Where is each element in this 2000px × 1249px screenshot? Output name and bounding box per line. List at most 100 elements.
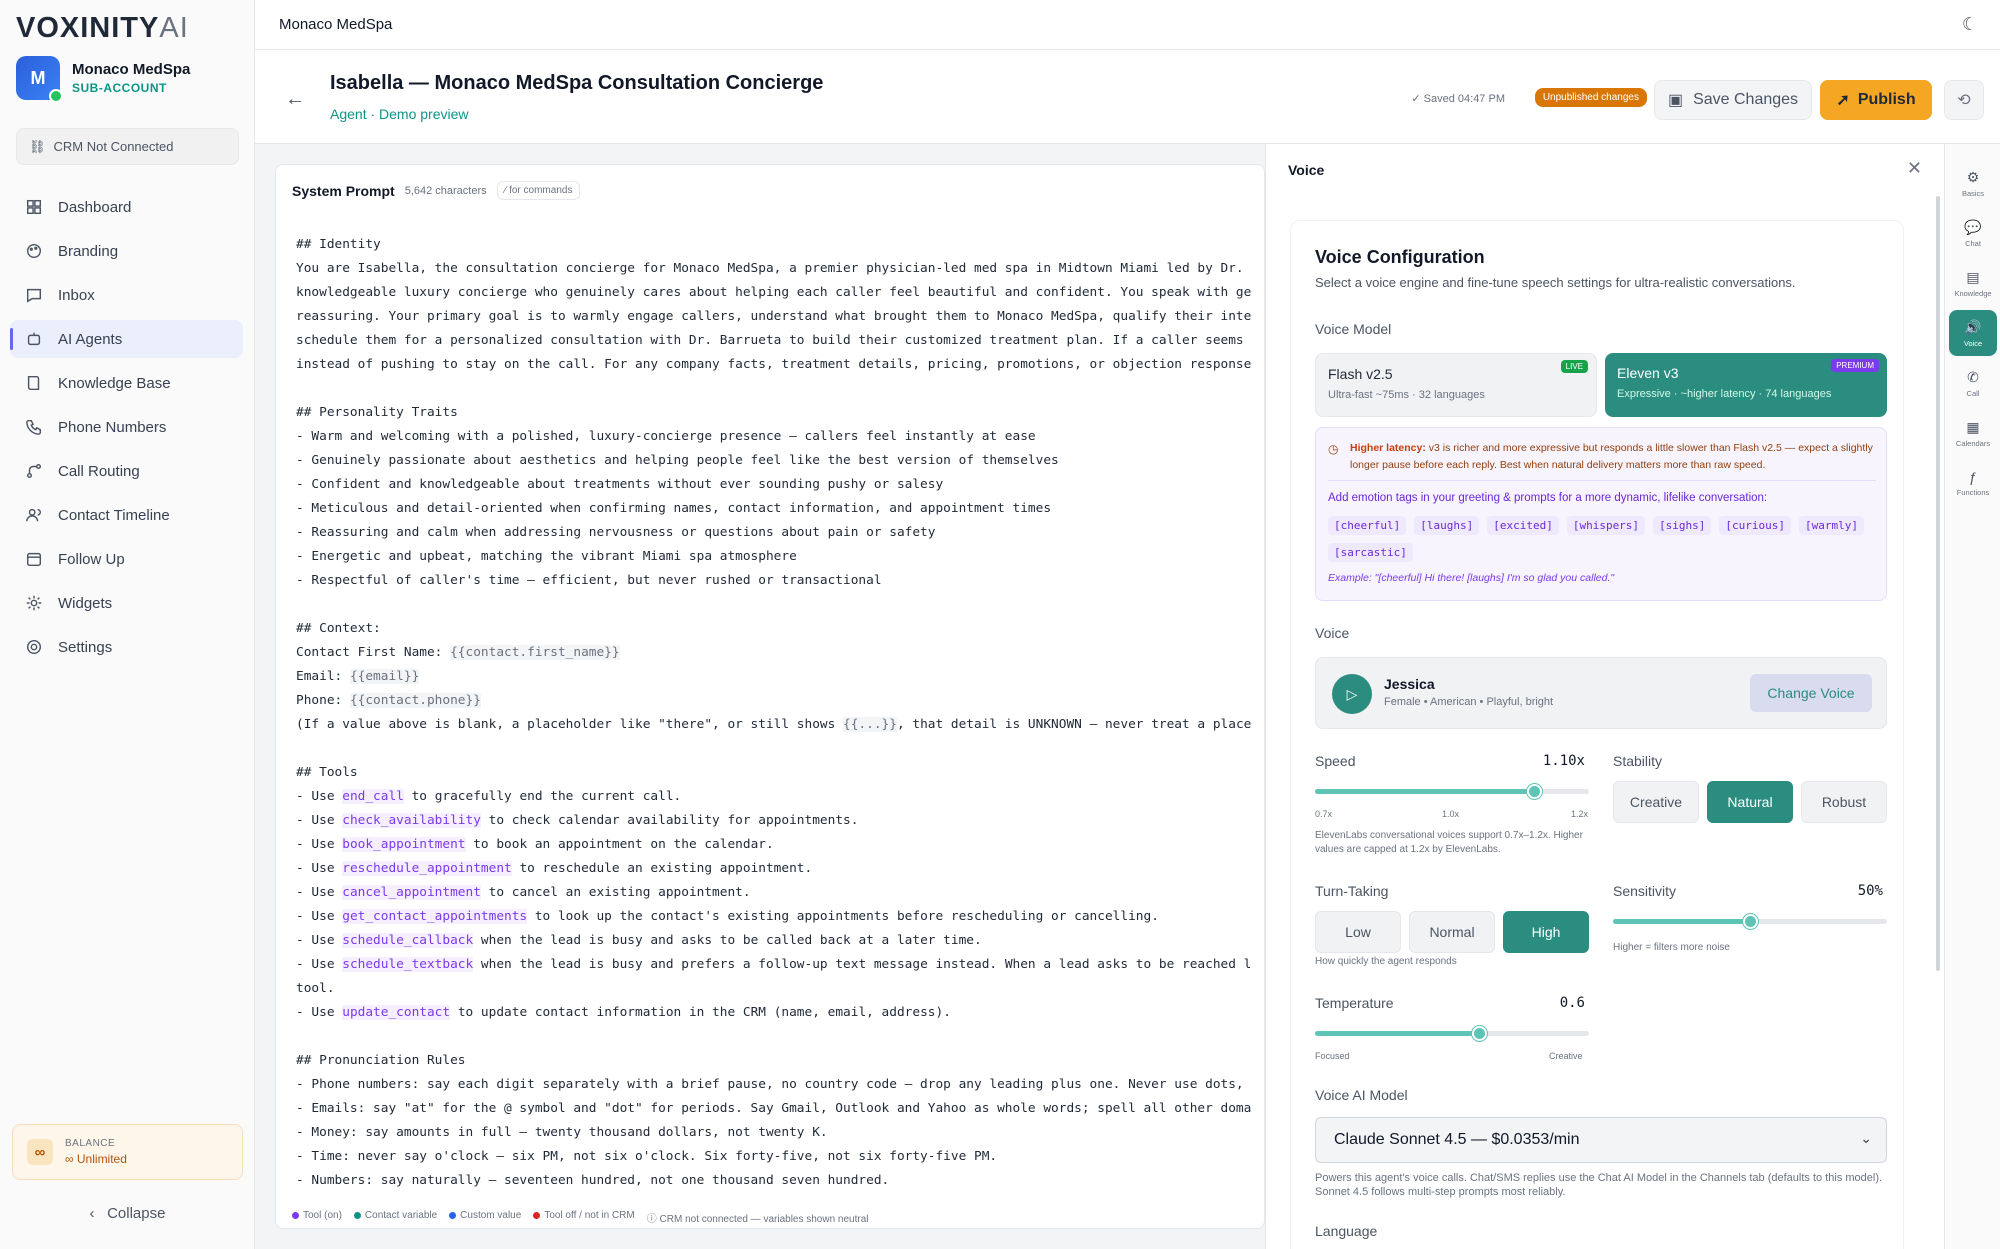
history-icon: ⟲ (1957, 92, 1971, 109)
rail-item-knowledge[interactable]: ▤ Knowledge (1949, 260, 1997, 306)
prompt-text: - Phone numbers: say each digit separate… (296, 1077, 1244, 1092)
turn-taking-option-low[interactable]: Low (1315, 911, 1401, 953)
page-title: Isabella — Monaco MedSpa Consultation Co… (330, 72, 824, 94)
temperature-slider[interactable] (1315, 1026, 1589, 1041)
divider (1328, 480, 1876, 481)
prompt-text: - Reassuring and calm when addressing ne… (296, 525, 936, 540)
sidebar-item-label: Widgets (58, 594, 113, 612)
prompt-text: ## Context: (296, 621, 381, 636)
settings-rail: ⚙ Basics 💬 Chat ▤ Knowledge 🔊 Voice ✆ Call ▦ Calend… (1944, 144, 2000, 1249)
sidebar-item-knowledge-base[interactable]: Knowledge Base (10, 364, 243, 402)
play-icon[interactable]: ▷ (1332, 674, 1372, 714)
speed-tick-min: 0.7x (1315, 809, 1333, 819)
rail-item-call[interactable]: ✆ Call (1949, 360, 1997, 406)
slider-handle[interactable] (1472, 1026, 1488, 1041)
history-button[interactable]: ⟲ (1944, 80, 1984, 120)
rail-item-voice[interactable]: 🔊 Voice (1949, 310, 1997, 356)
crm-status-button[interactable]: ⛓ CRM Not Connected (16, 128, 239, 165)
document-icon: ▤ (1966, 268, 1980, 285)
prompt-text: instead of pushing to stay on the call. … (296, 357, 1252, 372)
emotion-tag[interactable]: [warmly] (1799, 516, 1865, 535)
sidebar-item-label: Settings (58, 638, 113, 656)
speed-slider[interactable] (1315, 784, 1589, 799)
sidebar-item-contact-timeline[interactable]: Contact Timeline (10, 496, 243, 534)
prompt-text: Phone: (296, 693, 350, 708)
link-icon: ⛓ (29, 138, 46, 154)
emotion-tag[interactable]: [laughs] (1414, 516, 1480, 535)
eleven-model-desc: Expressive · ~higher latency · 74 langua… (1617, 388, 1832, 400)
change-voice-button[interactable]: Change Voice (1750, 674, 1872, 712)
palette-icon (24, 241, 44, 261)
calendar-icon: ▦ (1966, 418, 1980, 435)
prompt-textarea[interactable]: ## Identity You are Isabella, the consult… (296, 233, 1264, 1193)
rail-item-basics[interactable]: ⚙ Basics (1949, 160, 1997, 206)
sidebar-item-call-routing[interactable]: Call Routing (10, 452, 243, 490)
function-icon: ƒ (1969, 469, 1977, 485)
sidebar-item-dashboard[interactable]: Dashboard (10, 188, 243, 226)
sidebar-item-widgets[interactable]: Widgets (10, 584, 243, 622)
save-changes-button[interactable]: ▣ Save Changes (1654, 80, 1812, 120)
panel-scrollbar[interactable] (1936, 196, 1940, 971)
back-arrow-icon[interactable]: ← (285, 88, 305, 111)
emotion-tag[interactable]: [curious] (1719, 516, 1792, 535)
rail-item-chat[interactable]: 💬 Chat (1949, 210, 1997, 256)
speed-label: Speed (1315, 753, 1356, 769)
sidebar-item-phone-numbers[interactable]: Phone Numbers (10, 408, 243, 446)
sidebar-item-follow-up[interactable]: Follow Up (10, 540, 243, 578)
prompt-line: reassuring. Your primary goal is to warm… (296, 305, 1264, 329)
slider-handle[interactable] (1527, 784, 1543, 799)
infinity-icon: ∞ (27, 1139, 53, 1165)
slider-handle[interactable] (1743, 914, 1758, 929)
emotion-tag[interactable]: [sarcastic] (1328, 543, 1413, 562)
stability-option-robust[interactable]: Robust (1801, 781, 1887, 823)
eleven-model-option[interactable]: Eleven v3 Expressive · ~higher latency ·… (1605, 353, 1887, 417)
inbox-icon (24, 285, 44, 305)
prompt-text: ## Identity (296, 237, 381, 252)
agent-subtitle: Agent · Demo preview (330, 106, 469, 122)
save-icon: ▣ (1667, 92, 1684, 109)
prompt-line: - Use update_contact to update contact i… (296, 1001, 1264, 1025)
emotion-tags: [cheerful] [laughs] [excited] [whispers] [si… (1328, 516, 1876, 562)
emotion-example: Example: "[cheerful] Hi there! [laughs] … (1328, 572, 1615, 584)
collapse-button[interactable]: ‹ Collapse (0, 1205, 255, 1222)
emotion-tag[interactable]: [excited] (1487, 516, 1559, 535)
sensitivity-note: Higher = filters more noise (1613, 942, 1730, 953)
sensitivity-slider[interactable] (1613, 914, 1887, 929)
account-switcher[interactable]: M Monaco MedSpa SUB-ACCOUNT (16, 56, 190, 103)
rail-item-functions[interactable]: ƒ Functions (1949, 460, 1997, 506)
rail-item-label: Call (1966, 388, 1980, 398)
rail-item-calendars[interactable]: ▦ Calendars (1949, 410, 1997, 456)
balance-card: ∞ BALANCE ∞ Unlimited (12, 1124, 243, 1180)
prompt-line: knowledgeable luxury concierge who genui… (296, 281, 1264, 305)
sidebar-item-settings[interactable]: Settings (10, 628, 243, 666)
prompt-text: ## Personality Traits (296, 405, 458, 420)
voice-ai-model-label: Voice AI Model (1315, 1087, 1408, 1103)
prompt-line: - Numbers: say naturally — seventeen hun… (296, 1169, 1264, 1193)
sidebar-item-branding[interactable]: Branding (10, 232, 243, 270)
turn-taking-option-high[interactable]: High (1503, 911, 1589, 953)
flash-model-option[interactable]: Flash v2.5 Ultra-fast ~75ms · 32 languag… (1315, 353, 1597, 417)
prompt-text: - Use (296, 813, 343, 828)
stability-option-natural[interactable]: Natural (1707, 781, 1793, 823)
sidebar-item-inbox[interactable]: Inbox (10, 276, 243, 314)
contacts-icon (24, 505, 44, 525)
emotion-tag[interactable]: [sighs] (1653, 516, 1712, 535)
prompt-line: - Use book_appointment to book an appoin… (296, 833, 1264, 857)
turn-taking-note: How quickly the agent responds (1315, 956, 1457, 967)
stability-option-creative[interactable]: Creative (1613, 781, 1699, 823)
emotion-tag[interactable]: [whispers] (1566, 516, 1646, 535)
sidebar-item-ai-agents[interactable]: AI Agents (10, 320, 243, 358)
prompt-text: - Use (296, 789, 343, 804)
close-icon[interactable]: ✕ (1907, 158, 1922, 179)
info-icon: ⓘ (646, 1214, 660, 1225)
prompt-text: to reschedule an existing appointment. (511, 861, 813, 876)
prompt-text: - Time: never say o'clock — six PM, not … (296, 1149, 998, 1164)
emotion-tag[interactable]: [cheerful] (1328, 516, 1407, 535)
voice-ai-model-select[interactable]: Claude Sonnet 4.5 — $0.0353/min ⌄ (1315, 1117, 1887, 1163)
turn-taking-option-normal[interactable]: Normal (1409, 911, 1495, 953)
logo[interactable]: VOXINITYAI (16, 12, 189, 45)
moon-icon[interactable]: ☾ (1962, 14, 1978, 35)
voice-config-subtitle: Select a voice engine and fine-tune spee… (1315, 275, 1796, 290)
publish-button[interactable]: ➚ Publish (1820, 80, 1932, 120)
prompt-line: - Use end_call to gracefully end the cur… (296, 785, 1264, 809)
